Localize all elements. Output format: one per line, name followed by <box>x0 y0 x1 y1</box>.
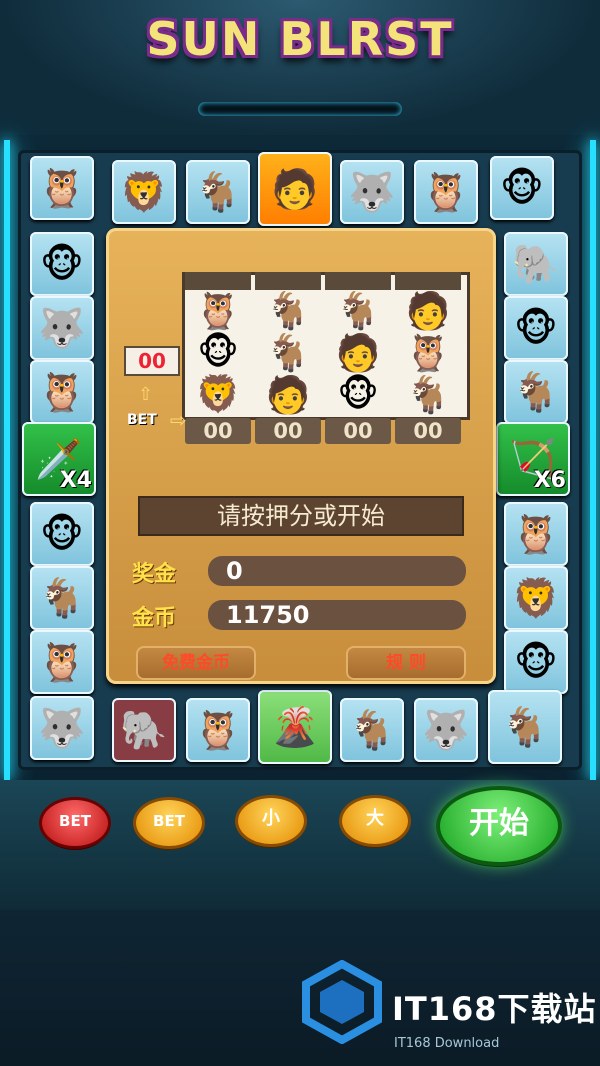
tile-right-5: 🦁 <box>504 566 568 630</box>
reel-symbol: 🐵 <box>197 332 239 373</box>
arrow-up-icon: ⇧ <box>138 384 154 405</box>
coins-label: 金币 <box>132 606 177 631</box>
bet-button-2[interactable]: BET <box>136 800 202 846</box>
reel-symbol: 🧑 <box>265 375 311 416</box>
bet-label: BET <box>127 412 157 428</box>
tile-left-6: 🦉 <box>30 630 94 694</box>
reel-symbol: 🐐 <box>335 291 381 332</box>
reel-header-0 <box>185 272 251 290</box>
status-message: 请按押分或开始 <box>138 496 464 536</box>
tile-right-3: 🏹 X6 <box>496 422 570 496</box>
tile-top-6: 🐵 <box>490 156 554 220</box>
tile-top-0: 🦉 <box>30 156 94 220</box>
tile-left-3: 🗡️ X4 <box>22 422 96 496</box>
reel-header-1 <box>255 272 321 290</box>
credit-display: 00 <box>124 346 180 376</box>
right-multiplier: X6 <box>533 468 566 493</box>
watermark-text: IT168下载站 <box>392 990 597 1028</box>
it168-logo-icon <box>302 960 382 1044</box>
game-title: SUN BLRST <box>146 12 454 66</box>
tile-bottom-1: 🐘 <box>112 698 176 762</box>
tile-bottom-5: 🐺 <box>414 698 478 762</box>
reel-symbol: 🐐 <box>265 333 311 374</box>
reel-bet-2: 00 <box>325 418 391 444</box>
right-neon-bar <box>590 140 596 780</box>
tile-top-1: 🦁 <box>112 160 176 224</box>
small-button[interactable]: 小 <box>238 798 304 844</box>
tile-bottom-3: 🌋 <box>258 690 332 764</box>
start-button[interactable]: 开始 <box>440 790 558 862</box>
reel-bet-0: 00 <box>185 418 251 444</box>
tile-left-5: 🐐 <box>30 566 94 630</box>
reel-bet-1: 00 <box>255 418 321 444</box>
bet-button-1[interactable]: BET <box>42 800 108 846</box>
reel-symbol: 🐐 <box>265 291 311 332</box>
left-neon-bar <box>4 140 10 780</box>
tile-right-4: 🦉 <box>504 502 568 566</box>
watermark-subtext: IT168 Download <box>394 1036 500 1051</box>
tile-left-0: 🐵 <box>30 232 94 296</box>
tile-top-5: 🦉 <box>414 160 478 224</box>
tile-top-3: 🧑 <box>258 152 332 226</box>
tile-bottom-0: 🐺 <box>30 696 94 760</box>
coin-slot <box>198 102 402 116</box>
reel-0: 🦉 🐵 🦁 <box>185 290 251 415</box>
reel-symbol: 🦉 <box>195 291 241 332</box>
arrow-right-icon: ⇨ <box>170 408 187 432</box>
reel-1: 🐐 🐐 🧑 <box>255 290 321 416</box>
reel-3: 🧑 🦉 🐐 <box>395 290 461 416</box>
reel-symbol: 🦁 <box>195 374 241 415</box>
free-coins-button[interactable]: 免费金币 <box>136 646 256 680</box>
reel-symbol: 🐵 <box>337 374 379 415</box>
tile-bottom-2: 🦉 <box>186 698 250 762</box>
big-button[interactable]: 大 <box>342 798 408 844</box>
reel-symbol: 🦉 <box>405 333 451 374</box>
tile-right-0: 🐘 <box>504 232 568 296</box>
tile-right-6: 🐵 <box>504 630 568 694</box>
tile-left-1: 🐺 <box>30 296 94 360</box>
reel-bet-3: 00 <box>395 418 461 444</box>
rules-button[interactable]: 规 则 <box>346 646 466 680</box>
reel-header-3 <box>395 272 461 290</box>
reel-header-2 <box>325 272 391 290</box>
tile-bottom-4: 🐐 <box>340 698 404 762</box>
bonus-label: 奖金 <box>132 562 177 587</box>
bonus-value: 0 <box>208 556 466 586</box>
tile-bottom-6: 🐐 <box>488 690 562 764</box>
reel-2: 🐐 🧑 🐵 <box>325 290 391 415</box>
reel-symbol: 🧑 <box>335 333 381 374</box>
reel-symbol: 🐐 <box>405 375 451 416</box>
tile-right-2: 🐐 <box>504 360 568 424</box>
tile-right-1: 🐵 <box>504 296 568 360</box>
reel-symbol: 🧑 <box>405 291 451 332</box>
left-multiplier: X4 <box>59 468 92 493</box>
tile-top-2: 🐐 <box>186 160 250 224</box>
coins-value: 11750 <box>208 600 466 630</box>
tile-left-2: 🦉 <box>30 360 94 424</box>
tile-left-4: 🐵 <box>30 502 94 566</box>
tile-top-4: 🐺 <box>340 160 404 224</box>
